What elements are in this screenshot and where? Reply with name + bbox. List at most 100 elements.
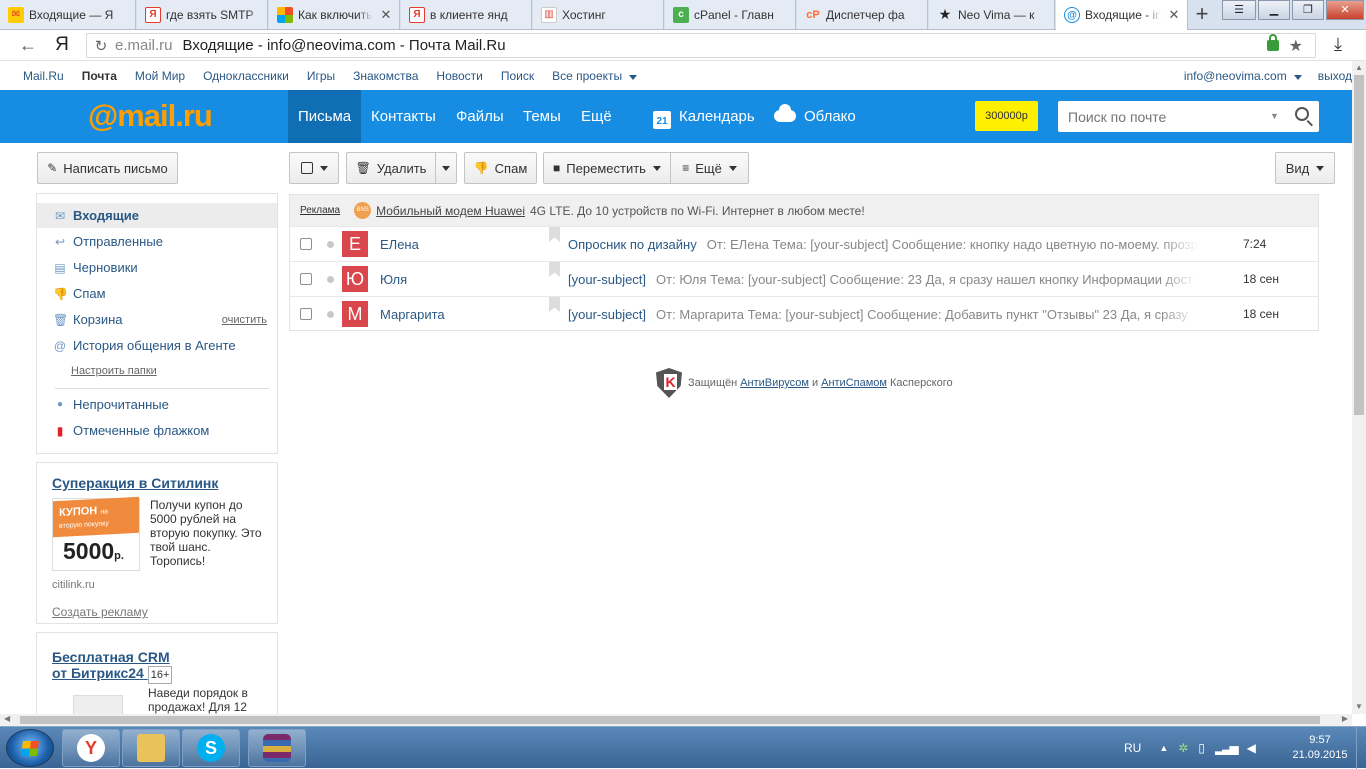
folder-sent[interactable]: ↩ Отправленные: [37, 229, 277, 254]
browser-tab[interactable]: ✉ Входящие — Я: [0, 0, 136, 29]
search-icon[interactable]: [1295, 107, 1309, 121]
portal-link-pochta[interactable]: Почта: [82, 69, 117, 83]
nav-themes[interactable]: Темы: [513, 90, 571, 143]
taskbar-explorer[interactable]: [122, 729, 180, 767]
antivirus-link[interactable]: АнтиВирусом: [740, 377, 809, 389]
browser-tab[interactable]: c cPanel - Главн: [665, 0, 796, 29]
ad-link[interactable]: Мобильный модем Huawei: [376, 204, 525, 218]
mailru-logo[interactable]: @mail.ru: [88, 98, 213, 134]
logout-link[interactable]: выход: [1318, 69, 1352, 83]
browser-tab[interactable]: ★ Neo Vima — к: [929, 0, 1055, 29]
horizontal-scrollbar[interactable]: ◀ ▶: [0, 714, 1352, 726]
search-input[interactable]: [1058, 101, 1258, 132]
folder-spam[interactable]: 👎 Спам: [37, 281, 277, 306]
taskbar-skype[interactable]: S: [182, 729, 240, 767]
close-tab-icon[interactable]: ✕: [1167, 7, 1181, 23]
browser-tab[interactable]: Ягде взять SMTP: [137, 0, 268, 29]
scroll-thumb[interactable]: [20, 716, 1320, 724]
folder-drafts[interactable]: ▤ Черновики: [37, 255, 277, 280]
compose-button[interactable]: ✎ Написать письмо: [37, 152, 178, 184]
message-checkbox[interactable]: [300, 308, 312, 320]
message-row[interactable]: Ю Юля [your-subject] От: Юля Тема: [your-…: [290, 261, 1318, 296]
scroll-down-arrow-icon[interactable]: ▼: [1352, 700, 1366, 714]
ad-thumbnail[interactable]: [73, 695, 123, 715]
clipboard-icon[interactable]: ▯: [1198, 741, 1205, 755]
browser-tab[interactable]: ▥ Хостинг: [533, 0, 664, 29]
configure-folders-link[interactable]: Настроить папки: [71, 365, 157, 377]
portal-link-znakomstva[interactable]: Знакомства: [353, 69, 418, 83]
ad-row[interactable]: Реклама BNS Мобильный модем Huawei 4G LT…: [290, 195, 1318, 226]
taskbar-winrar[interactable]: [248, 729, 306, 767]
folder-agent-history[interactable]: @ История общения в Агенте: [37, 333, 277, 358]
url-field[interactable]: ↻ e.mail.ru Входящие - info@neovima.com …: [86, 33, 1316, 58]
browser-tab[interactable]: Как включить ✕: [269, 0, 400, 29]
browser-tab[interactable]: cP Диспетчер фа: [797, 0, 928, 29]
network-share-icon[interactable]: ✲: [1178, 741, 1188, 755]
volume-icon[interactable]: ◀: [1247, 741, 1256, 755]
spam-button[interactable]: 👎 Спам: [464, 152, 537, 184]
read-status-dot-icon[interactable]: [327, 240, 334, 248]
ad-title[interactable]: Суперакция в Ситилинк: [52, 475, 218, 491]
portal-link-mailru[interactable]: Mail.Ru: [23, 69, 64, 83]
filter-unread[interactable]: ● Непрочитанные: [37, 392, 277, 417]
browser-tab-active[interactable]: @ Входящие - inf ✕: [1056, 0, 1188, 30]
delete-options-button[interactable]: [435, 152, 457, 184]
browser-tab[interactable]: Яв клиенте янд: [401, 0, 532, 29]
filter-flagged[interactable]: ▮ Отмеченные флажком: [37, 418, 277, 443]
reload-icon[interactable]: ↻: [87, 37, 115, 55]
message-checkbox[interactable]: [300, 273, 312, 285]
portal-link-novosti[interactable]: Новости: [436, 69, 482, 83]
move-button[interactable]: ■ Переместить: [543, 152, 671, 184]
delete-button[interactable]: 🗑 Удалить: [346, 152, 436, 184]
view-button[interactable]: Вид: [1275, 152, 1335, 184]
nav-cloud[interactable]: Облако: [764, 90, 866, 143]
portal-link-igry[interactable]: Игры: [307, 69, 335, 83]
lock-icon[interactable]: [1266, 34, 1279, 51]
clear-trash-link[interactable]: очистить: [222, 314, 267, 326]
message-row[interactable]: Е ЕЛена Опросник по дизайну От: ЕЛена Тем…: [290, 226, 1318, 261]
scroll-right-arrow-icon[interactable]: ▶: [1342, 714, 1348, 723]
menu-icon[interactable]: ☰: [1222, 0, 1256, 20]
select-all-button[interactable]: [289, 152, 339, 184]
back-arrow-icon[interactable]: ←: [16, 34, 40, 58]
portal-link-odnoklassniki[interactable]: Одноклассники: [203, 69, 289, 83]
nav-letters[interactable]: Письма: [288, 90, 362, 143]
message-row[interactable]: М Маргарита [your-subject] От: Маргарита …: [290, 296, 1318, 331]
more-button[interactable]: ≡ Ещё: [670, 152, 749, 184]
search-options-chevron-icon[interactable]: ▼: [1270, 111, 1279, 121]
nav-calendar[interactable]: 21 Календарь: [643, 90, 765, 143]
restore-button[interactable]: ❐: [1292, 0, 1324, 20]
portal-link-all-projects[interactable]: Все проекты: [552, 69, 638, 83]
close-tab-icon[interactable]: ✕: [379, 7, 393, 23]
scroll-thumb[interactable]: [1354, 75, 1364, 415]
folder-inbox[interactable]: ✉ Входящие: [37, 203, 277, 228]
bookmark-star-icon[interactable]: ★: [1289, 36, 1303, 56]
new-tab-button[interactable]: +: [1190, 2, 1214, 26]
nav-files[interactable]: Файлы: [446, 90, 514, 143]
language-indicator[interactable]: RU: [1124, 741, 1141, 755]
minimize-button[interactable]: ▁: [1258, 0, 1290, 20]
system-clock[interactable]: 9:57 21.09.2015: [1290, 733, 1350, 763]
user-email-link[interactable]: info@neovima.com: [1184, 69, 1302, 83]
antispam-link[interactable]: АнтиСпамом: [821, 377, 887, 389]
flag-icon[interactable]: [549, 262, 560, 277]
yandex-logo-icon[interactable]: Я: [50, 34, 74, 58]
portal-link-poisk[interactable]: Поиск: [501, 69, 534, 83]
read-status-dot-icon[interactable]: [327, 275, 334, 283]
ad-title[interactable]: Бесплатная CRM от Битрикс24 16+: [52, 649, 173, 684]
signal-bars-icon[interactable]: ▂▃▅: [1215, 741, 1239, 755]
vertical-scrollbar[interactable]: ▲ ▼: [1352, 61, 1366, 714]
flag-icon[interactable]: [549, 297, 560, 312]
scroll-up-arrow-icon[interactable]: ▲: [1352, 61, 1366, 75]
portal-link-moy-mir[interactable]: Мой Мир: [135, 69, 185, 83]
folder-trash[interactable]: 🗑 Корзина очистить: [37, 307, 277, 332]
message-checkbox[interactable]: [300, 238, 312, 250]
read-status-dot-icon[interactable]: [327, 310, 334, 318]
flag-icon[interactable]: [549, 227, 560, 242]
taskbar-yandex-browser[interactable]: Y: [62, 729, 120, 767]
show-hidden-icons-icon[interactable]: ▲: [1159, 743, 1168, 753]
start-button[interactable]: [6, 729, 54, 767]
nav-contacts[interactable]: Контакты: [361, 90, 446, 143]
nav-more[interactable]: Ещё: [571, 90, 622, 143]
close-window-button[interactable]: ✕: [1326, 0, 1364, 20]
